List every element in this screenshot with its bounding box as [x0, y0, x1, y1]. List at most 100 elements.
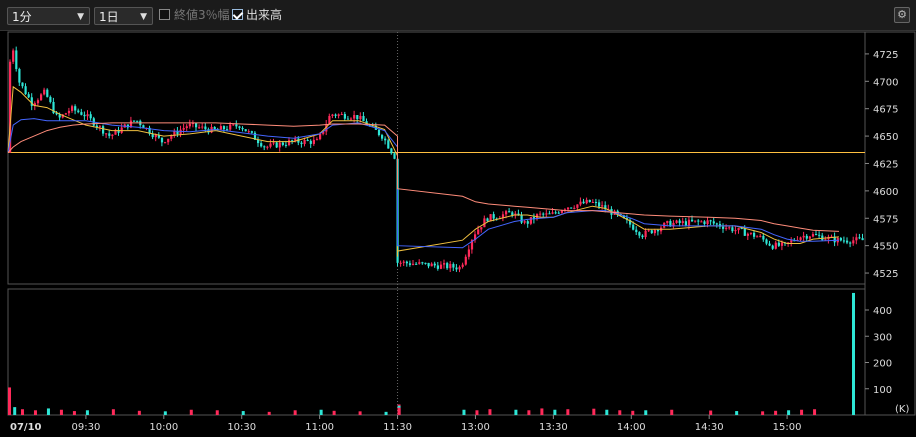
candle-body [226, 129, 229, 131]
candle-body [185, 126, 188, 128]
candle-body [443, 263, 446, 265]
volume-bar [85, 410, 89, 415]
volume-bar [852, 292, 855, 415]
volume-bar [137, 410, 141, 415]
candle-body [539, 213, 542, 215]
candle-body [579, 201, 582, 205]
volume-bar [618, 410, 622, 415]
candle-body [585, 199, 588, 204]
candle-body [377, 129, 381, 136]
candle-body [529, 217, 532, 224]
volume-bar [488, 409, 492, 415]
candle-body [350, 118, 353, 120]
candle-body [235, 124, 238, 127]
candle-body [281, 142, 284, 145]
candle-body [858, 237, 861, 239]
candle-body [573, 207, 576, 209]
candle-body [40, 94, 43, 101]
candle-body [790, 240, 793, 243]
candle-body [508, 211, 511, 213]
time-tick-label: 09:30 [71, 422, 100, 433]
candle-body [170, 135, 173, 139]
chart-grid [7, 31, 916, 416]
candle-body [188, 123, 191, 127]
candle-body [523, 221, 526, 223]
candle-body [650, 230, 653, 234]
time-tick-label: 13:00 [461, 422, 490, 433]
volume-bar [709, 410, 713, 415]
candle-body [483, 218, 486, 228]
price-tick-label: 4525 [873, 269, 898, 280]
candle-body [405, 261, 408, 264]
candle-body [86, 114, 89, 117]
candle-body [681, 221, 684, 224]
candle-body [108, 133, 111, 136]
candle-body [446, 263, 449, 269]
price-tick-label: 4650 [873, 132, 898, 143]
candle-body [312, 139, 315, 144]
candle-body [638, 232, 641, 236]
candle-body [632, 224, 635, 230]
candle-body [811, 234, 815, 237]
candle-body [430, 263, 433, 267]
candle-body [80, 112, 83, 115]
candle-body [644, 230, 647, 238]
time-tick-label: 14:00 [617, 422, 646, 433]
volume-bar [46, 408, 50, 415]
candle-body [694, 220, 697, 222]
volume-bar [514, 409, 518, 415]
candle-body [36, 100, 40, 104]
time-tick-label: 10:00 [149, 422, 178, 433]
volume-frame [7, 288, 866, 416]
candle-body [666, 221, 669, 223]
candle-body [402, 261, 405, 263]
time-tick-label: 13:30 [539, 422, 568, 433]
candle-body [154, 134, 157, 138]
candle-body [343, 114, 346, 119]
candle-body [570, 207, 573, 209]
candle-body [164, 142, 167, 144]
volume-bar [813, 409, 817, 415]
candle-body [762, 235, 765, 240]
candle-body [455, 267, 458, 270]
candle-body [77, 110, 80, 113]
candle-body [15, 50, 18, 69]
candle-body [467, 249, 470, 257]
candle-body [774, 242, 777, 249]
candle-body [799, 237, 802, 240]
candle-body [412, 263, 415, 265]
candle-body [427, 262, 430, 267]
candle-body [346, 118, 350, 120]
volume-bar [527, 410, 531, 415]
candle-body [424, 262, 427, 264]
candle-body [846, 240, 849, 243]
candle-body [635, 229, 638, 233]
candle-body [486, 218, 489, 222]
candle-body [204, 126, 207, 130]
price-tick-label: 4725 [873, 50, 898, 61]
candle-body [768, 243, 771, 246]
candle-body [678, 220, 681, 224]
candle-body [102, 126, 105, 134]
candle-body [722, 226, 725, 229]
candle-body [319, 133, 322, 140]
candle-body [511, 212, 514, 216]
candle-body [557, 212, 560, 214]
candle-body [743, 228, 746, 236]
volume-bar [631, 410, 635, 415]
candle-body [334, 114, 337, 116]
candle-body [229, 124, 232, 130]
candle-body [238, 126, 241, 128]
candle-body [505, 211, 508, 215]
volume-bar [384, 411, 388, 415]
candle-body [179, 129, 182, 135]
candle-body [576, 204, 579, 208]
price-tick-label: 4550 [873, 242, 898, 253]
candle-body [198, 127, 201, 129]
candle-body [387, 140, 390, 149]
volume-bar [540, 408, 544, 415]
price-chart: 4525 4550 4575 4600 4625 4650 4675 4700 4725 100 2… [7, 31, 916, 433]
candle-body [756, 236, 759, 238]
candle-body [771, 245, 774, 249]
moving-average-lines [7, 85, 840, 257]
